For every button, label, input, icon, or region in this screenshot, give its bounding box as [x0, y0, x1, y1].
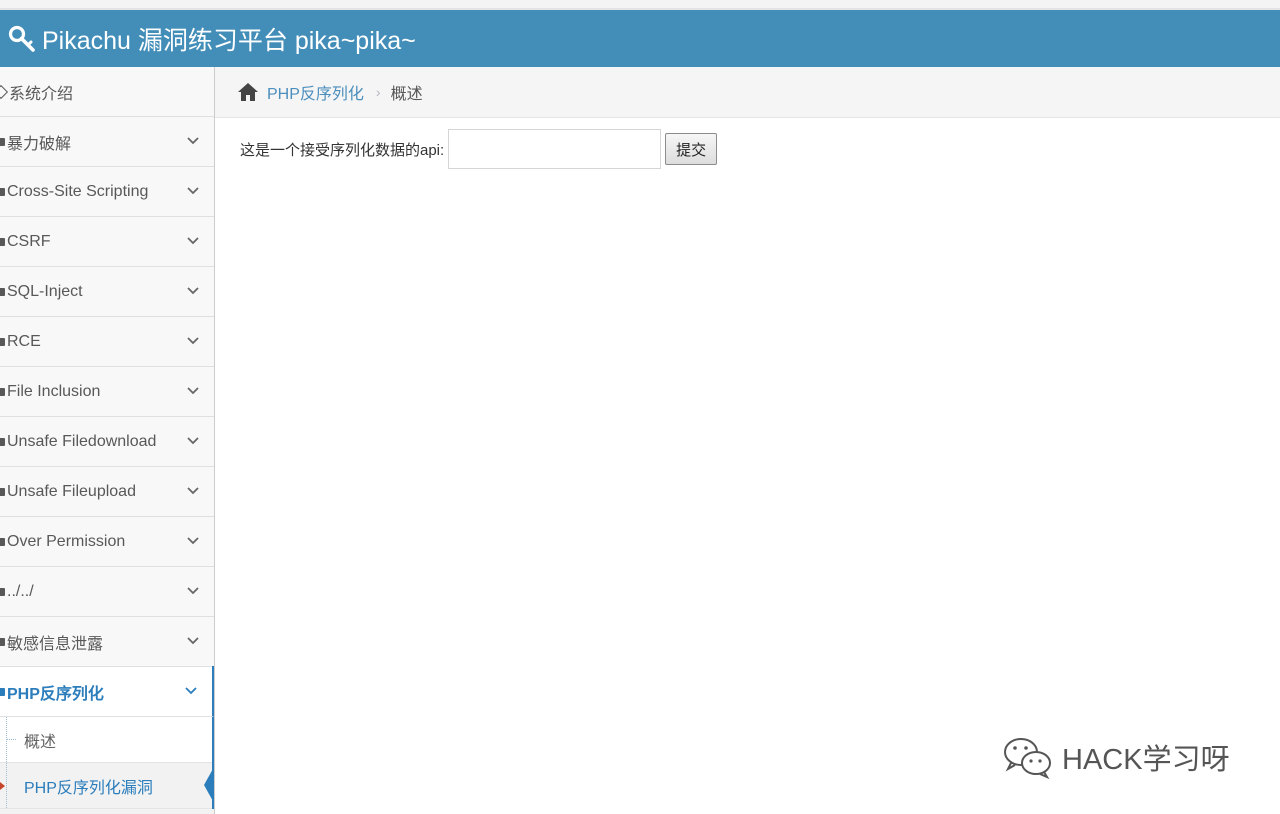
chevron-down-icon	[187, 187, 199, 195]
submenu-item-overview[interactable]: 概述	[0, 717, 212, 763]
sidebar-item-brute-force[interactable]: 暴力破解	[0, 117, 214, 167]
sidebar-item-php-unserialize[interactable]: PHP反序列化	[0, 666, 214, 717]
sidebar-item-label: Over Permission	[7, 532, 126, 550]
list-icon	[0, 184, 7, 200]
chevron-down-icon	[187, 287, 199, 295]
api-label: 这是一个接受序列化数据的api:	[240, 141, 445, 159]
tag-icon	[0, 334, 7, 350]
desktop-icon	[0, 84, 9, 99]
sidebar-item-info-leak[interactable]: 敏感信息泄露	[0, 617, 214, 667]
chevron-down-icon	[187, 137, 199, 145]
sidebar-item-unsafe-filedownload[interactable]: Unsafe Filedownload	[0, 417, 214, 467]
sidebar-item-label: Unsafe Fileupload	[7, 482, 136, 500]
download-icon	[0, 434, 7, 450]
sidebar-item-label: 系统介绍	[9, 85, 74, 103]
browser-top-strip	[0, 0, 1280, 10]
wechat-icon	[1004, 738, 1051, 779]
chevron-down-icon	[187, 337, 199, 345]
active-pointer-icon	[204, 767, 214, 803]
sidebar-item-label: RCE	[7, 332, 41, 350]
sidebar-item-xss[interactable]: Cross-Site Scripting	[0, 167, 214, 217]
chevron-down-icon	[185, 687, 197, 695]
sidebar-item-path-traversal[interactable]: ../../	[0, 567, 214, 617]
chevron-down-icon	[187, 437, 199, 445]
chevron-down-icon	[187, 637, 199, 645]
sidebar-item-over-permission[interactable]: Over Permission	[0, 517, 214, 567]
submenu-php-unserialize: 概述 PHP反序列化漏洞	[0, 717, 214, 809]
api-form: 这是一个接受序列化数据的api: 提交	[240, 129, 718, 169]
brand[interactable]: Pikachu 漏洞练习平台 pika~pika~	[8, 21, 416, 57]
chevron-down-icon	[187, 237, 199, 245]
home-icon[interactable]	[237, 82, 259, 102]
sidebar-item-label: ../../	[7, 582, 34, 600]
eye-icon	[0, 634, 7, 650]
serialized-data-input[interactable]	[448, 129, 662, 169]
submenu-item-label: PHP反序列化漏洞	[24, 779, 153, 797]
refresh-icon	[0, 234, 7, 250]
sidebar-item-unsafe-fileupload[interactable]: Unsafe Fileupload	[0, 467, 214, 517]
sidebar-item-file-inclusion[interactable]: File Inclusion	[0, 367, 214, 417]
key-small-icon	[0, 534, 7, 550]
sidebar: 系统介绍 暴力破解 Cross-Site Scripting CSRF SQL-…	[0, 67, 215, 814]
breadcrumb-link[interactable]: PHP反序列化	[267, 80, 364, 104]
submenu-item-label: 概述	[24, 733, 57, 751]
sidebar-item-intro[interactable]: 系统介绍	[0, 67, 214, 117]
file-icon	[0, 384, 7, 400]
lock-icon	[0, 134, 7, 150]
chevron-down-icon	[187, 587, 199, 595]
chevron-right-icon: ›	[375, 84, 381, 100]
breadcrumb-current: 概述	[390, 86, 423, 103]
list-icon	[0, 684, 7, 700]
sidebar-item-label: Unsafe Filedownload	[7, 432, 157, 450]
sidebar-item-csrf[interactable]: CSRF	[0, 217, 214, 267]
sidebar-item-label: PHP反序列化	[7, 685, 104, 703]
minus-icon	[0, 284, 7, 300]
sidebar-item-label: SQL-Inject	[7, 282, 83, 300]
folder-icon	[0, 584, 7, 600]
upload-icon	[0, 484, 7, 500]
sidebar-item-label: Cross-Site Scripting	[7, 182, 149, 200]
caret-right-icon	[0, 782, 5, 790]
sidebar-item-label: 暴力破解	[7, 135, 72, 153]
navbar: Pikachu 漏洞练习平台 pika~pika~	[0, 10, 1280, 67]
sidebar-item-label: CSRF	[7, 232, 51, 250]
watermark: HACK学习呀	[1002, 735, 1230, 779]
chevron-down-icon	[187, 387, 199, 395]
sidebar-item-label: 敏感信息泄露	[7, 635, 104, 653]
sidebar-item-label: File Inclusion	[7, 382, 101, 400]
sidebar-item-rce[interactable]: RCE	[0, 317, 214, 367]
chevron-down-icon	[187, 537, 199, 545]
chevron-down-icon	[187, 487, 199, 495]
watermark-text: HACK学习呀	[1062, 744, 1230, 776]
submit-button[interactable]: 提交	[665, 133, 718, 165]
app-title: Pikachu 漏洞练习平台 pika~pika~	[42, 26, 416, 55]
key-icon	[8, 25, 35, 52]
submenu-item-php-unserialize-vuln[interactable]: PHP反序列化漏洞	[0, 763, 214, 809]
sidebar-item-sql-inject[interactable]: SQL-Inject	[0, 267, 214, 317]
breadcrumb: PHP反序列化 › 概述	[215, 67, 1280, 118]
